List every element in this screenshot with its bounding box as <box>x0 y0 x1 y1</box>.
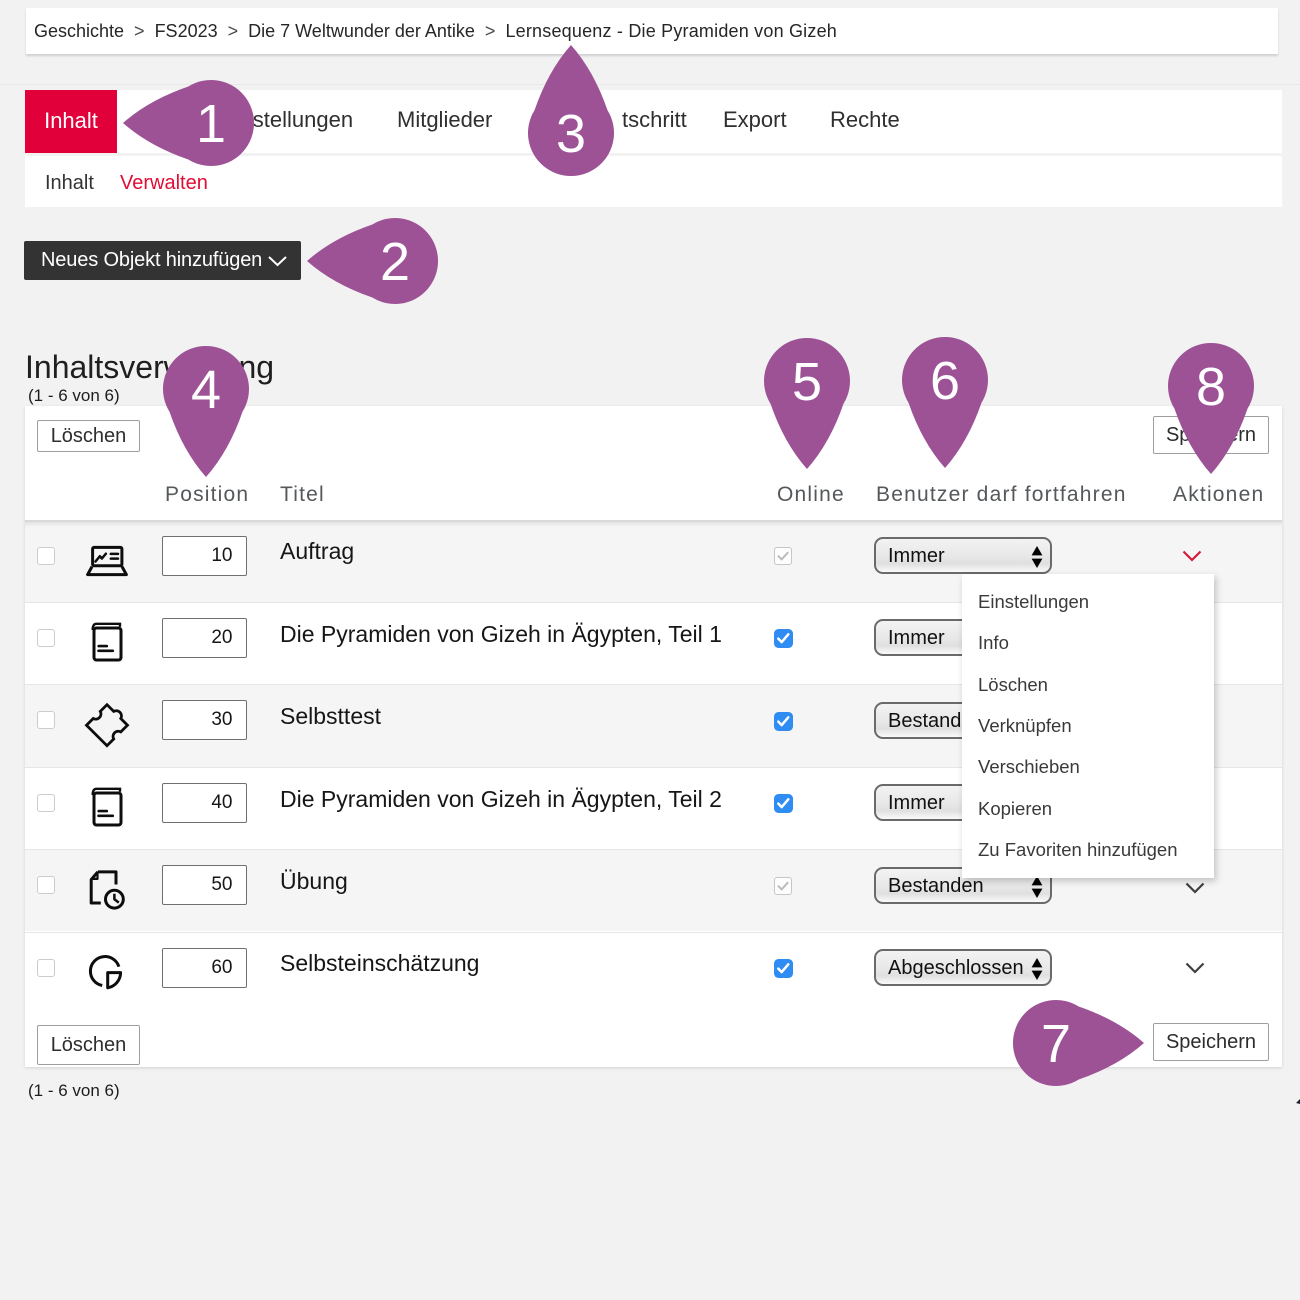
svg-text:2: 2 <box>380 232 410 292</box>
svg-text:1: 1 <box>195 94 225 154</box>
svg-text:6: 6 <box>929 351 959 411</box>
svg-text:3: 3 <box>555 104 585 164</box>
svg-text:8: 8 <box>1195 357 1225 417</box>
svg-text:4: 4 <box>191 360 221 420</box>
svg-text:7: 7 <box>1040 1014 1070 1074</box>
svg-text:5: 5 <box>791 352 821 412</box>
